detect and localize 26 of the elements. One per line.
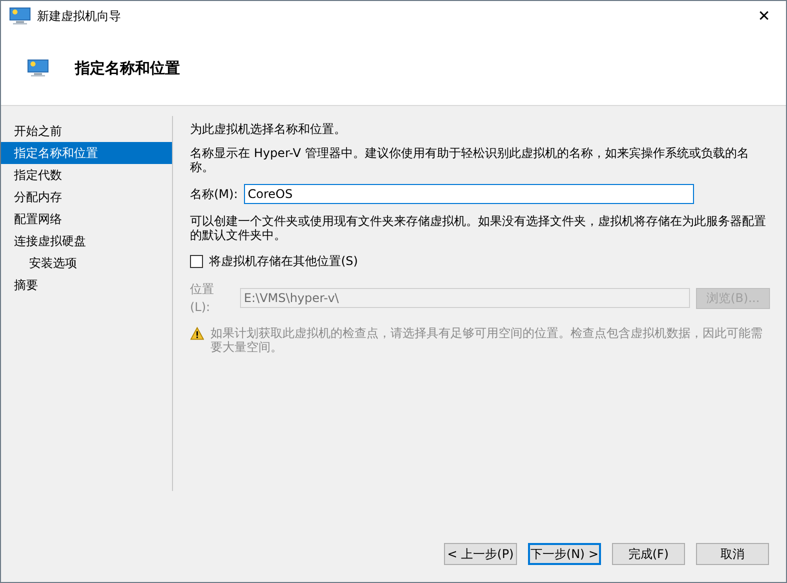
location-label: 位置(L): (190, 281, 215, 316)
window-icon (9, 7, 31, 25)
folder-hint-text: 可以创建一个文件夹或使用现有文件夹来存储虚拟机。如果没有选择文件夹，虚拟机将存储在为此服务器配置的默认文件夹中。 (190, 214, 767, 242)
warning-text: 如果计划获取此虚拟机的检查点，请选择具有足够可用空间的位置。检查点包含虚拟机数据，因此可能需要大量空间。 (210, 326, 764, 354)
sidebar-item[interactable]: 安装选项 (1, 252, 172, 274)
checkbox[interactable] (190, 254, 203, 268)
page-icon (27, 59, 49, 77)
wizard-button[interactable]: 取消 (696, 543, 769, 565)
name-field[interactable]: CoreOS (244, 184, 694, 204)
warning-icon (190, 326, 204, 341)
wizard-button[interactable]: 完成(F) (612, 543, 685, 565)
sidebar-item[interactable]: 指定名称和位置 (1, 142, 172, 164)
wizard-button[interactable]: 下一步(N) > (528, 543, 601, 565)
sidebar-item[interactable]: 分配内存 (1, 186, 172, 208)
checkbox-label[interactable]: 将虚拟机存储在其他位置(S) (209, 252, 358, 270)
name-hint-text: 名称显示在 Hyper-V 管理器中。建议你使用有助于轻松识别此虚拟机的名称，如来宾操作系统或负载的名称。 (190, 146, 750, 174)
sidebar-item[interactable]: 连接虚拟硬盘 (1, 230, 172, 252)
sidebar-item[interactable]: 开始之前 (1, 120, 172, 142)
page-title: 指定名称和位置 (75, 58, 180, 79)
name-label: 名称(M): (190, 186, 238, 203)
intro-text: 为此虚拟机选择名称和位置。 (190, 122, 347, 136)
window-title: 新建虚拟机向导 (37, 8, 121, 25)
sidebar-item[interactable]: 配置网络 (1, 208, 172, 230)
sidebar-item[interactable]: 指定代数 (1, 164, 172, 186)
sidebar-item[interactable]: 摘要 (1, 274, 172, 296)
wizard-button[interactable]: < 上一步(P) (444, 543, 517, 565)
